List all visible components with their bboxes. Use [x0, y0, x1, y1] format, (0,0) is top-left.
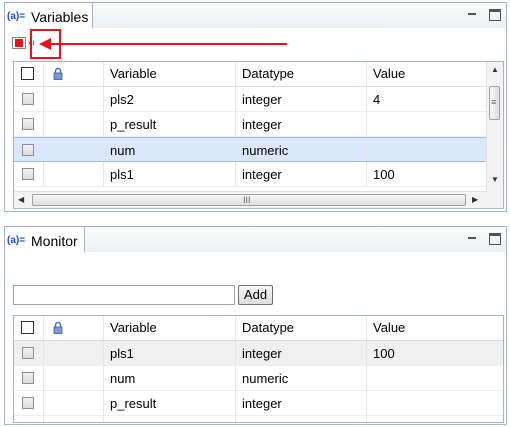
row-checkbox[interactable]	[22, 397, 34, 409]
variables-panel: (a)= Variables »ı Variable Datatype Valu…	[4, 2, 507, 212]
variables-table: Variable Datatype Value pls2 integer 4 p…	[13, 61, 504, 209]
column-header-variable[interactable]: Variable	[104, 316, 236, 340]
variable-name: p_result	[104, 391, 236, 415]
annotation-arrow-line	[47, 43, 287, 45]
monitor-body: Add Variable Datatype Value pls1 integer…	[4, 252, 507, 425]
table-row[interactable]: p_result integer	[14, 112, 503, 137]
row-checkbox[interactable]	[22, 168, 34, 180]
table-row-selected[interactable]: num numeric	[14, 137, 503, 162]
variable-name: pls1	[104, 341, 236, 365]
variable-datatype: numeric	[236, 366, 367, 390]
vertical-scrollbar[interactable]: ▲ ≡ ▼	[486, 62, 503, 191]
variable-value[interactable]: 100	[367, 341, 503, 365]
lock-column-header[interactable]	[44, 316, 104, 340]
table-row[interactable]: pls2 integer 4	[14, 87, 503, 112]
row-checkbox[interactable]	[22, 347, 34, 359]
horizontal-scrollbar[interactable]: ◀ III ▶	[14, 191, 486, 208]
variables-tab-title: Variables	[31, 8, 89, 25]
monitor-table-header: Variable Datatype Value	[14, 316, 503, 341]
variable-datatype: integer	[236, 341, 367, 365]
maximize-icon[interactable]	[489, 9, 501, 21]
monitor-variable-input[interactable]	[13, 285, 235, 305]
variable-name: num	[104, 138, 236, 161]
select-all-checkbox[interactable]	[21, 67, 34, 80]
column-header-datatype[interactable]: Datatype	[236, 316, 367, 340]
monitor-tab-title: Monitor	[31, 232, 78, 249]
variable-name: pls1	[104, 162, 236, 186]
variables-tab[interactable]: (a)= Variables	[5, 3, 93, 30]
variable-datatype: integer	[236, 162, 367, 186]
row-checkbox[interactable]	[22, 144, 34, 156]
row-checkbox-checked[interactable]	[23, 420, 32, 422]
minimize-icon[interactable]	[467, 9, 479, 21]
select-all-checkbox[interactable]	[21, 321, 34, 334]
select-all-cell[interactable]	[14, 62, 44, 86]
lock-icon	[53, 321, 63, 334]
monitor-view-icon: (a)=	[7, 235, 26, 246]
variable-value[interactable]	[367, 366, 503, 390]
variable-datatype: integer	[236, 391, 367, 415]
table-row[interactable]: pls1 integer 100	[14, 341, 503, 366]
variable-name: p_result	[104, 112, 236, 136]
variables-view-icon: (a)=	[7, 11, 26, 22]
lock-icon	[53, 67, 63, 80]
monitor-panel: (a)= Monitor Add Variable Datatype Value…	[4, 226, 507, 425]
variables-body: »ı Variable Datatype Value pls2 integer …	[4, 28, 507, 212]
row-checkbox[interactable]	[22, 372, 34, 384]
variable-value[interactable]	[367, 138, 487, 161]
variable-datatype: integer	[236, 87, 367, 111]
vertical-scroll-thumb[interactable]: ≡	[489, 86, 500, 120]
lock-column-header[interactable]	[44, 62, 104, 86]
scroll-corner	[486, 191, 503, 208]
variable-value[interactable]: 4	[367, 416, 503, 422]
maximize-icon[interactable]	[489, 233, 501, 245]
row-checkbox[interactable]	[22, 118, 34, 130]
scroll-left-icon[interactable]: ◀	[18, 196, 24, 204]
monitor-tab[interactable]: (a)= Monitor	[5, 227, 85, 254]
variable-name: pls2	[104, 416, 236, 422]
table-row[interactable]: pls1 integer 100	[14, 162, 503, 187]
scroll-right-icon[interactable]: ▶	[472, 196, 478, 204]
column-header-value[interactable]: Value	[367, 316, 503, 340]
table-row[interactable]: pls2 integer 4	[14, 416, 503, 422]
minimize-icon[interactable]	[467, 233, 479, 245]
variable-value[interactable]: 100	[367, 162, 487, 186]
row-checkbox[interactable]	[22, 93, 34, 105]
variables-table-header: Variable Datatype Value	[14, 62, 503, 87]
add-button[interactable]: Add	[238, 285, 273, 305]
table-row[interactable]: p_result integer	[14, 391, 503, 416]
variable-datatype: numeric	[236, 138, 367, 161]
column-header-datatype[interactable]: Datatype	[236, 62, 367, 86]
table-row[interactable]: num numeric	[14, 366, 503, 391]
variable-name: num	[104, 366, 236, 390]
column-header-value[interactable]: Value	[367, 62, 487, 86]
variables-tab-strip: (a)= Variables	[4, 2, 507, 30]
monitor-table: Variable Datatype Value pls1 integer 100…	[13, 315, 504, 423]
terminate-icon[interactable]	[12, 37, 26, 49]
column-header-variable[interactable]: Variable	[104, 62, 236, 86]
select-all-cell[interactable]	[14, 316, 44, 340]
variable-value[interactable]: 4	[367, 87, 487, 111]
annotation-arrow-head	[39, 38, 51, 50]
monitor-tab-strip: (a)= Monitor	[4, 226, 507, 254]
scroll-up-icon[interactable]: ▲	[491, 66, 499, 74]
variable-value[interactable]	[367, 112, 487, 136]
horizontal-scroll-thumb[interactable]: III	[32, 194, 466, 206]
variable-datatype: integer	[236, 112, 367, 136]
scroll-down-icon[interactable]: ▼	[491, 176, 499, 184]
variable-name: pls2	[104, 87, 236, 111]
variable-value[interactable]	[367, 391, 503, 415]
scroll-grip: III	[243, 195, 251, 205]
variable-datatype: integer	[236, 416, 367, 422]
